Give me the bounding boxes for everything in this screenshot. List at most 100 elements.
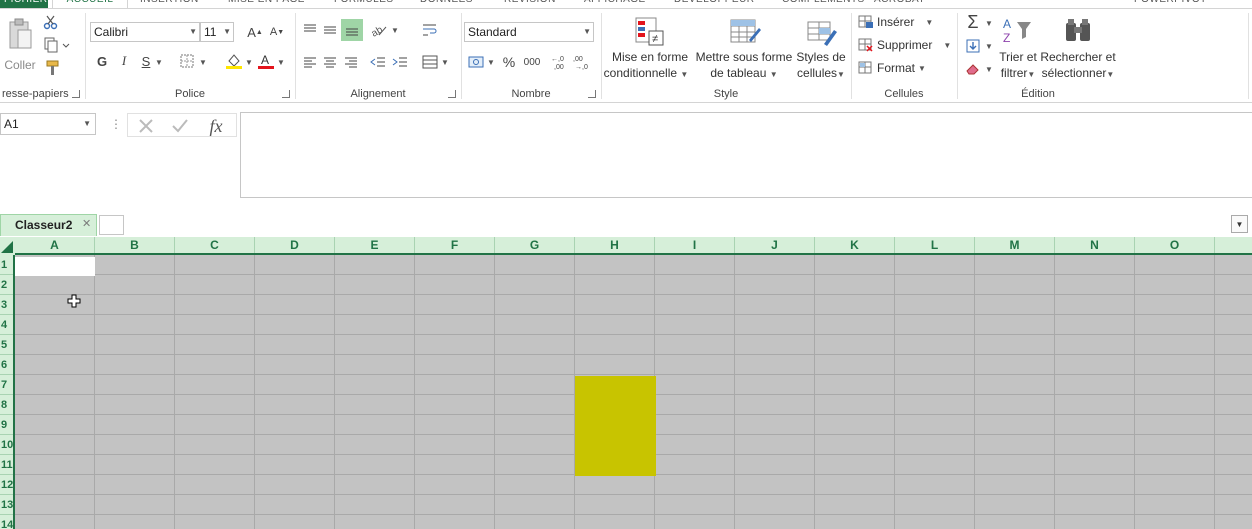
thousands-button[interactable]: 000 [520, 52, 544, 72]
row-header-8[interactable]: 8 [0, 395, 13, 415]
cancel-icon[interactable] [136, 116, 156, 136]
align-left-icon[interactable] [300, 52, 320, 72]
row-header-11[interactable]: 11 [0, 455, 13, 475]
column-header-n[interactable]: N [1055, 237, 1135, 253]
sort-filter-line1[interactable]: Trier et [994, 49, 1042, 65]
row-header-5[interactable]: 5 [0, 335, 13, 355]
clear-icon[interactable] [964, 60, 982, 78]
row-header-14[interactable]: 14 [0, 515, 13, 529]
tab-data[interactable]: DONNÉES [420, 0, 473, 8]
align-right-icon[interactable] [341, 52, 361, 72]
paste-icon[interactable] [6, 17, 34, 53]
find-select-icon[interactable] [1061, 15, 1095, 47]
cell-styles-line2[interactable]: cellules▼ [794, 65, 848, 83]
format-as-table-line2[interactable]: de tableau ▼ [694, 65, 794, 83]
chevron-down-icon[interactable]: ▼ [276, 54, 286, 70]
chevron-down-icon[interactable]: ▼ [198, 54, 208, 70]
name-box[interactable]: A1 ▼ [0, 113, 96, 135]
align-bottom-icon[interactable] [341, 19, 363, 41]
format-as-table-line1[interactable]: Mettre sous forme [694, 49, 794, 65]
chevron-down-icon[interactable]: ▼ [390, 22, 400, 38]
conditional-formatting-line2[interactable]: conditionnelle ▼ [602, 65, 690, 83]
column-header-m[interactable]: M [975, 237, 1055, 253]
tab-file[interactable]: FICHIER [0, 0, 48, 8]
column-header-f[interactable]: F [415, 237, 495, 253]
close-icon[interactable]: ✕ [82, 217, 91, 230]
tab-formulas[interactable]: FORMULES [334, 0, 394, 8]
row-header-9[interactable]: 9 [0, 415, 13, 435]
insert-button[interactable]: Insérer ▼ [858, 15, 933, 29]
row-header-12[interactable]: 12 [0, 475, 13, 495]
chevron-down-icon[interactable]: ▼ [984, 62, 994, 76]
column-header-o[interactable]: O [1135, 237, 1215, 253]
grow-font-icon[interactable]: A ▲ [246, 23, 264, 41]
cell-styles-icon[interactable] [805, 15, 839, 49]
alignment-launcher[interactable] [448, 90, 456, 98]
paste-label[interactable]: Coller [2, 57, 38, 73]
bold-button[interactable]: G [94, 52, 110, 70]
cell-styles-line1[interactable]: Styles de [794, 49, 848, 65]
row-header-4[interactable]: 4 [0, 315, 13, 335]
number-format-combo[interactable]: Standard ▼ [464, 22, 594, 42]
chevron-down-icon[interactable]: ▼ [984, 16, 994, 30]
percent-button[interactable]: % [500, 52, 518, 72]
shrink-font-icon[interactable]: A ▼ [268, 23, 286, 41]
accounting-format-icon[interactable] [466, 52, 486, 72]
tab-home[interactable]: ACCUEIL [52, 0, 128, 8]
chevron-down-icon[interactable]: ▼ [154, 54, 164, 70]
column-header-a[interactable]: A [15, 237, 95, 253]
number-launcher[interactable] [588, 90, 596, 98]
select-all-corner[interactable] [0, 237, 15, 255]
conditional-formatting-line1[interactable]: Mise en forme [606, 49, 694, 65]
row-header-6[interactable]: 6 [0, 355, 13, 375]
clipboard-launcher[interactable] [72, 90, 80, 98]
row-header-1[interactable]: 1 [0, 255, 13, 275]
format-as-table-icon[interactable] [728, 15, 762, 49]
increase-indent-icon[interactable] [390, 52, 410, 72]
row-header-3[interactable]: 3 [0, 295, 13, 315]
font-size-combo[interactable]: 11 ▼ [200, 22, 234, 42]
font-name-combo[interactable]: Calibri ▼ [90, 22, 200, 42]
row-header-13[interactable]: 13 [0, 495, 13, 515]
insert-function-icon[interactable]: fx [204, 115, 228, 137]
wrap-text-icon[interactable] [420, 20, 440, 40]
tab-insert[interactable]: INSERTION [140, 0, 199, 8]
selected-cell-a1[interactable] [15, 257, 95, 276]
format-painter-icon[interactable] [42, 59, 62, 77]
find-select-line1[interactable]: Rechercher et [1040, 49, 1116, 65]
column-header-d[interactable]: D [255, 237, 335, 253]
formula-input[interactable] [240, 112, 1252, 198]
column-header-k[interactable]: K [815, 237, 895, 253]
column-header-h[interactable]: H [575, 237, 655, 253]
row-header-10[interactable]: 10 [0, 435, 13, 455]
highlighted-cell-range[interactable] [575, 376, 656, 476]
chevron-down-icon[interactable]: ▼ [984, 39, 994, 53]
tab-acrobat[interactable]: ACROBAT [874, 0, 925, 8]
underline-button[interactable]: S [138, 52, 154, 70]
fill-down-icon[interactable] [964, 37, 982, 55]
italic-button[interactable]: I [116, 52, 132, 70]
chevron-down-icon[interactable]: ▼ [486, 54, 496, 70]
format-button[interactable]: Format ▼ [858, 61, 926, 75]
fill-color-icon[interactable] [224, 51, 244, 71]
borders-icon[interactable] [178, 52, 196, 70]
align-middle-icon[interactable] [320, 20, 340, 40]
column-header-j[interactable]: J [735, 237, 815, 253]
enter-icon[interactable] [170, 116, 190, 136]
tab-add-ins[interactable]: COMPLÉMENTS [782, 0, 865, 8]
orientation-icon[interactable]: ab [368, 20, 390, 40]
autosum-icon[interactable]: Σ [964, 12, 982, 32]
merge-center-icon[interactable] [420, 52, 440, 72]
find-select-line2[interactable]: sélectionner▼ [1040, 65, 1116, 83]
formula-bar-grip[interactable]: ⋮ [110, 117, 122, 131]
cut-icon[interactable] [42, 13, 60, 31]
row-header-7[interactable]: 7 [0, 375, 13, 395]
font-color-icon[interactable]: A [256, 51, 276, 71]
align-top-icon[interactable] [300, 20, 320, 40]
decrease-decimal-icon[interactable]: ,00 →,0 [572, 52, 592, 72]
font-launcher[interactable] [282, 90, 290, 98]
delete-button[interactable]: Supprimer ▼ [858, 38, 951, 52]
row-header-2[interactable]: 2 [0, 275, 13, 295]
column-header-c[interactable]: C [175, 237, 255, 253]
column-header-b[interactable]: B [95, 237, 175, 253]
